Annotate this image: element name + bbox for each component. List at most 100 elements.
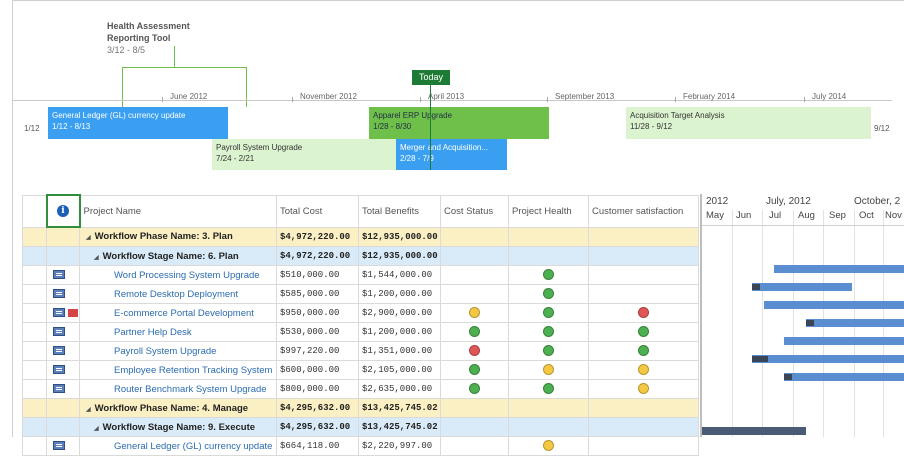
project-name-cell[interactable]: E-commerce Portal Development [79, 303, 277, 323]
column-header-project-health[interactable]: Project Health [508, 194, 589, 228]
timeline-task-bar[interactable]: Payroll System Upgrade 7/24 - 2/21 [212, 139, 404, 170]
cost-status-cell [440, 246, 509, 266]
row-selector-cell[interactable] [22, 265, 47, 285]
project-detail-icon[interactable] [53, 270, 65, 280]
indicators-column-header[interactable]: i [45, 194, 81, 228]
project-row[interactable]: E-commerce Portal Development $950,000.00… [22, 303, 699, 323]
row-selector-cell[interactable] [22, 360, 47, 380]
group-name-cell[interactable]: ◢ Workflow Stage Name: 6. Plan [79, 246, 277, 266]
project-name-cell[interactable]: General Ledger (GL) currency update [79, 436, 277, 456]
yellow-status-indicator-icon [469, 307, 480, 319]
timeline-task-bar[interactable]: Apparel ERP Upgrade 1/28 - 8/30 [369, 107, 549, 139]
project-health-cell [508, 398, 589, 418]
project-detail-icon[interactable] [53, 441, 65, 451]
row-selector-cell[interactable] [22, 379, 47, 399]
column-header-total-cost[interactable]: Total Cost [276, 194, 359, 228]
collapse-triangle-icon[interactable]: ◢ [94, 426, 99, 432]
project-row[interactable]: Employee Retention Tracking System $600,0… [22, 360, 699, 380]
project-detail-icon[interactable] [53, 289, 65, 299]
row-selector-cell[interactable] [22, 398, 47, 418]
project-health-cell [508, 303, 589, 323]
project-detail-icon[interactable] [53, 365, 65, 375]
project-name-cell[interactable]: Payroll System Upgrade [79, 341, 277, 361]
total-cost-cell: $510,000.00 [276, 265, 359, 285]
project-detail-icon[interactable] [53, 346, 65, 356]
project-row[interactable]: Remote Desktop Deployment $585,000.00 $1,2… [22, 284, 699, 304]
gantt-bar[interactable] [752, 283, 852, 291]
total-benefits-cell: $1,200,000.00 [358, 284, 441, 304]
project-name-cell[interactable]: Employee Retention Tracking System [79, 360, 277, 380]
timeline-connector [174, 46, 175, 68]
timeline-task-bar[interactable]: Merger and Acquisition... 2/28 - 7/9 [396, 139, 507, 170]
project-row[interactable]: Partner Help Desk $530,000.00 $1,200,000.0… [22, 322, 699, 342]
gantt-bar[interactable] [764, 301, 904, 309]
gantt-bar[interactable] [784, 337, 904, 345]
project-row[interactable]: Router Benchmark System Upgrade $800,000.… [22, 379, 699, 399]
total-benefits-cell: $1,200,000.00 [358, 322, 441, 342]
group-name-cell[interactable]: ◢ Workflow Stage Name: 9. Execute [79, 417, 277, 437]
row-selector-cell[interactable] [22, 436, 47, 456]
project-row[interactable]: Payroll System Upgrade $997,220.00 $1,351,… [22, 341, 699, 361]
project-detail-icon[interactable] [53, 384, 65, 394]
row-indicator-cell [46, 398, 80, 418]
timeline-connector [122, 67, 123, 107]
project-detail-icon[interactable] [53, 308, 65, 318]
task-name: Merger and Acquisition... [400, 143, 489, 152]
phase-group-row[interactable]: ◢ Workflow Phase Name: 3. Plan $4,972,220.… [22, 226, 699, 247]
group-name-cell[interactable]: ◢ Workflow Phase Name: 3. Plan [79, 226, 277, 247]
timeline-title[interactable]: Health Assessment Reporting Tool 3/12 - … [107, 20, 190, 56]
name-text: Payroll System Upgrade [114, 345, 217, 357]
stage-group-row[interactable]: ◢ Workflow Stage Name: 6. Plan $4,972,220.… [22, 246, 699, 266]
customer-satisfaction-cell [588, 303, 699, 323]
yellow-status-indicator-icon [543, 440, 554, 452]
row-selector-cell[interactable] [22, 341, 47, 361]
total-cost-cell: $4,295,632.00 [276, 417, 359, 437]
total-benefits-cell: $1,351,000.00 [358, 341, 441, 361]
collapse-triangle-icon[interactable]: ◢ [94, 255, 99, 261]
project-health-cell [508, 360, 589, 380]
row-indicator-cell [46, 226, 80, 247]
gantt-year-label: October, 2 [854, 196, 901, 207]
row-selector-cell[interactable] [22, 417, 47, 437]
row-indicator-cell [46, 436, 80, 456]
column-header-project-name[interactable]: Project Name [79, 194, 277, 228]
group-name-cell[interactable]: ◢ Workflow Phase Name: 4. Manage [79, 398, 277, 418]
column-header-total-benefits[interactable]: Total Benefits [358, 194, 441, 228]
yellow-status-indicator-icon [638, 383, 649, 395]
gantt-bar[interactable] [806, 319, 904, 327]
gantt-bar[interactable] [784, 373, 904, 381]
gantt-bar[interactable] [752, 355, 904, 363]
gantt-bar[interactable] [702, 427, 806, 435]
row-selector-cell[interactable] [22, 284, 47, 304]
row-selector-cell[interactable] [22, 226, 47, 247]
row-selector-cell[interactable] [22, 246, 47, 266]
stage-group-row[interactable]: ◢ Workflow Stage Name: 9. Execute $4,295,6… [22, 417, 699, 437]
project-name-cell[interactable]: Word Processing System Upgrade [79, 265, 277, 285]
timeline-task-bar[interactable]: General Ledger (GL) currency update 1/12… [48, 107, 228, 139]
collapse-triangle-icon[interactable]: ◢ [86, 407, 91, 413]
phase-group-row[interactable]: ◢ Workflow Phase Name: 4. Manage $4,295,63… [22, 398, 699, 418]
row-selector-cell[interactable] [22, 322, 47, 342]
green-status-indicator-icon [543, 383, 554, 395]
timeline-task-bar[interactable]: Acquisition Target Analysis 11/28 - 9/12 [626, 107, 871, 139]
green-status-indicator-icon [638, 326, 649, 338]
project-name-cell[interactable]: Remote Desktop Deployment [79, 284, 277, 304]
project-name-cell[interactable]: Partner Help Desk [79, 322, 277, 342]
project-detail-icon[interactable] [53, 327, 65, 337]
info-icon: i [57, 205, 69, 217]
gantt-bar[interactable] [774, 265, 904, 273]
project-row[interactable]: General Ledger (GL) currency update $664,… [22, 436, 699, 456]
column-header-customer-satisfaction[interactable]: Customer satisfaction [588, 194, 699, 228]
timeline-title-line2: Reporting Tool [107, 33, 171, 43]
collapse-triangle-icon[interactable]: ◢ [86, 235, 91, 241]
green-status-indicator-icon [638, 345, 649, 357]
today-marker[interactable]: Today [412, 70, 450, 85]
total-cost-cell: $4,295,632.00 [276, 398, 359, 418]
project-row[interactable]: Word Processing System Upgrade $510,000.0… [22, 265, 699, 285]
row-selector-cell[interactable] [22, 303, 47, 323]
project-name-cell[interactable]: Router Benchmark System Upgrade [79, 379, 277, 399]
total-cost-cell: $800,000.00 [276, 379, 359, 399]
column-header-cost-status[interactable]: Cost Status [440, 194, 509, 228]
total-benefits-cell: $12,935,000.00 [358, 246, 441, 266]
issue-flag-icon[interactable] [68, 308, 78, 317]
